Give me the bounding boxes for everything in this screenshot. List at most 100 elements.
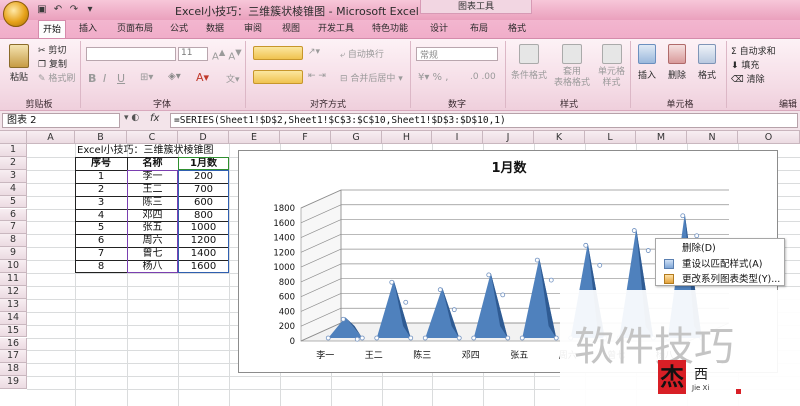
menu-item-reset-style[interactable]: 重设以匹配样式(A) — [656, 257, 786, 272]
wrap-text-button[interactable]: ⤶ 自动换行 — [340, 47, 384, 60]
save-icon[interactable]: ▣ — [36, 4, 48, 16]
underline-button[interactable]: U — [117, 72, 125, 85]
table-cell[interactable]: 8 — [75, 260, 127, 273]
table-cell[interactable]: 杨八 — [127, 260, 178, 273]
tab-view[interactable]: 视图 — [278, 20, 304, 38]
table-cell[interactable]: 1600 — [178, 260, 229, 273]
number-format-select[interactable]: 常规 — [416, 47, 498, 61]
table-cell[interactable]: 李一 — [127, 170, 178, 183]
row-header[interactable]: 3 — [0, 169, 27, 183]
column-header[interactable]: J — [483, 131, 534, 144]
table-format-icon[interactable] — [562, 44, 582, 64]
row-header[interactable]: 1 — [0, 144, 27, 157]
accounting-format-icon[interactable]: ¥▾ % , — [418, 72, 448, 83]
table-cell[interactable]: 600 — [178, 196, 229, 209]
tab-insert[interactable]: 插入 — [74, 20, 102, 38]
tab-page-layout[interactable]: 页面布局 — [110, 20, 160, 38]
table-format-button[interactable]: 套用 表格格式 — [554, 67, 590, 89]
clear-button[interactable]: ⌫ 清除 — [731, 72, 765, 85]
orientation-icon[interactable]: ↗▾ — [308, 47, 320, 57]
table-cell[interactable]: 1000 — [178, 221, 229, 234]
column-header[interactable]: D — [178, 131, 229, 144]
office-button[interactable] — [3, 1, 29, 27]
table-cell[interactable]: 1 — [75, 170, 127, 183]
delete-cells-icon[interactable] — [668, 44, 686, 64]
row-header[interactable]: 9 — [0, 247, 27, 261]
row-header[interactable]: 7 — [0, 221, 27, 235]
column-header[interactable]: F — [280, 131, 331, 144]
align-top-icon[interactable] — [253, 46, 303, 60]
row-header[interactable]: 12 — [0, 285, 27, 299]
column-header[interactable]: N — [687, 131, 738, 144]
font-grow-button[interactable]: A▲ A▼ — [212, 47, 242, 62]
delete-cells-button[interactable]: 删除 — [668, 68, 686, 81]
table-cell[interactable]: 王二 — [127, 183, 178, 196]
table-cell[interactable]: 7 — [75, 247, 127, 260]
table-cell[interactable]: 2 — [75, 183, 127, 196]
merge-center-button[interactable]: ⊟ 合并后居中 ▾ — [340, 71, 403, 84]
cell-style-button[interactable]: 单元格 样式 — [598, 67, 625, 89]
column-header[interactable]: B — [75, 131, 127, 144]
table-cell[interactable]: 800 — [178, 209, 229, 222]
table-cell[interactable]: 5 — [75, 221, 127, 234]
decimal-icon[interactable]: .0 .00 — [470, 72, 496, 82]
table-cell[interactable]: 1400 — [178, 247, 229, 260]
table-cell[interactable]: 700 — [178, 183, 229, 196]
table-cell[interactable]: 4 — [75, 209, 127, 222]
row-header[interactable]: 15 — [0, 324, 27, 338]
tab-chart-format[interactable]: 格式 — [502, 20, 532, 38]
menu-item-change-chart-type[interactable]: 更改系列图表类型(Y)... — [656, 272, 786, 287]
table-header-cell[interactable]: 序号 — [75, 157, 127, 170]
row-header[interactable]: 8 — [0, 234, 27, 248]
tab-data[interactable]: 数据 — [202, 20, 228, 38]
table-cell[interactable]: 邓四 — [127, 209, 178, 222]
copy-button[interactable]: ❐ 复制 — [38, 57, 67, 70]
column-header[interactable]: H — [382, 131, 432, 144]
menu-item-delete[interactable]: 删除(D) — [656, 241, 786, 256]
formula-input[interactable]: =SERIES(Sheet1!$D$2,Sheet1!$C$3:$C$10,Sh… — [170, 113, 798, 128]
insert-function-icon[interactable]: fx — [150, 113, 164, 128]
undo-icon[interactable]: ↶ — [52, 4, 64, 16]
format-cells-icon[interactable] — [698, 44, 716, 64]
table-cell[interactable]: 200 — [178, 170, 229, 183]
row-header[interactable]: 6 — [0, 208, 27, 222]
border-icon[interactable]: ⊞▾ — [140, 72, 153, 83]
row-header[interactable]: 13 — [0, 298, 27, 312]
row-header[interactable]: 18 — [0, 363, 27, 377]
table-cell[interactable]: 张五 — [127, 221, 178, 234]
tab-chart-design[interactable]: 设计 — [424, 20, 454, 38]
table-cell[interactable]: 周六 — [127, 234, 178, 247]
format-cells-button[interactable]: 格式 — [698, 68, 716, 81]
row-header[interactable]: 17 — [0, 350, 27, 364]
indent-icon[interactable]: ⇤ ⇥ — [308, 71, 326, 81]
insert-cells-button[interactable]: 插入 — [638, 68, 656, 81]
table-cell[interactable]: 6 — [75, 234, 127, 247]
row-header[interactable]: 11 — [0, 273, 27, 286]
column-header[interactable]: O — [738, 131, 800, 144]
italic-button[interactable]: I — [103, 72, 106, 85]
insert-cells-icon[interactable] — [638, 44, 656, 64]
cut-button[interactable]: ✂ 剪切 — [38, 43, 66, 56]
row-header[interactable]: 4 — [0, 182, 27, 196]
name-box[interactable]: 图表 2 — [2, 113, 120, 128]
table-header-cell[interactable]: 1月数 — [178, 157, 229, 170]
bold-button[interactable]: B — [88, 72, 96, 85]
font-size-select[interactable]: 11 — [178, 47, 208, 61]
column-header[interactable]: G — [331, 131, 382, 144]
column-header[interactable]: L — [585, 131, 636, 144]
select-all-corner[interactable] — [0, 131, 27, 144]
table-header-cell[interactable]: 名称 — [127, 157, 178, 170]
column-header[interactable]: I — [432, 131, 483, 144]
tab-developer[interactable]: 开发工具 — [314, 20, 358, 38]
font-color-icon[interactable]: A▾ — [196, 71, 209, 84]
conditional-format-button[interactable]: 条件格式 — [511, 68, 547, 81]
font-name-select[interactable] — [86, 47, 176, 61]
tab-chart-layout[interactable]: 布局 — [464, 20, 494, 38]
fill-button[interactable]: ⬇ 填充 — [731, 58, 759, 71]
column-header[interactable]: E — [229, 131, 280, 144]
table-cell[interactable]: 1200 — [178, 234, 229, 247]
row-header[interactable]: 5 — [0, 195, 27, 209]
table-cell[interactable]: 陈三 — [127, 196, 178, 209]
conditional-format-icon[interactable] — [519, 44, 539, 64]
autosum-button[interactable]: Σ 自动求和 — [731, 44, 776, 57]
